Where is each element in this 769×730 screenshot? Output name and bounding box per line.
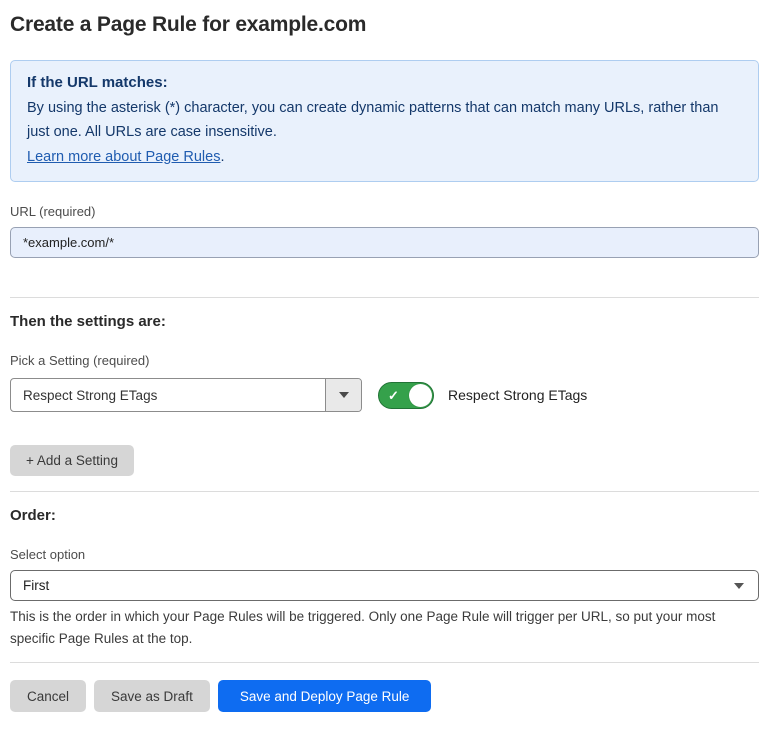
cancel-button[interactable]: Cancel	[10, 680, 86, 712]
section-divider	[10, 491, 759, 492]
page-rule-form: Create a Page Rule for example.com If th…	[0, 12, 769, 712]
order-select-label: Select option	[10, 547, 759, 563]
setting-select-value: Respect Strong ETags	[11, 379, 325, 411]
setting-row: Respect Strong ETags ✓ Respect Strong ET…	[10, 378, 759, 412]
form-actions: Cancel Save as Draft Save and Deploy Pag…	[10, 680, 759, 712]
setting-select-dropdown-button[interactable]	[325, 379, 361, 411]
page-title: Create a Page Rule for example.com	[10, 12, 759, 38]
settings-section-heading: Then the settings are:	[10, 312, 759, 331]
check-icon: ✓	[388, 389, 399, 402]
chevron-down-icon	[734, 583, 744, 589]
order-section-heading: Order:	[10, 506, 759, 525]
section-divider	[10, 297, 759, 298]
link-suffix: .	[220, 149, 224, 165]
setting-select[interactable]: Respect Strong ETags	[10, 378, 362, 412]
chevron-down-icon	[339, 392, 349, 398]
url-field-label: URL (required)	[10, 204, 759, 220]
info-box-body: By using the asterisk (*) character, you…	[27, 96, 742, 145]
order-select[interactable]: First	[10, 570, 759, 601]
respect-strong-etags-toggle[interactable]: ✓	[378, 382, 434, 409]
url-match-info-box: If the URL matches: By using the asteris…	[10, 60, 759, 182]
order-select-value: First	[23, 578, 734, 593]
info-box-heading: If the URL matches:	[27, 71, 742, 96]
learn-more-link[interactable]: Learn more about Page Rules	[27, 149, 220, 165]
save-draft-button[interactable]: Save as Draft	[94, 680, 210, 712]
save-deploy-button[interactable]: Save and Deploy Page Rule	[218, 680, 432, 712]
order-help-text: This is the order in which your Page Rul…	[10, 606, 755, 650]
add-setting-button[interactable]: + Add a Setting	[10, 445, 134, 476]
section-divider	[10, 662, 759, 663]
info-box-link-line: Learn more about Page Rules.	[27, 145, 742, 170]
url-input[interactable]	[10, 227, 759, 258]
toggle-knob	[409, 384, 432, 407]
toggle-label: Respect Strong ETags	[448, 387, 587, 403]
pick-setting-label: Pick a Setting (required)	[10, 353, 759, 369]
